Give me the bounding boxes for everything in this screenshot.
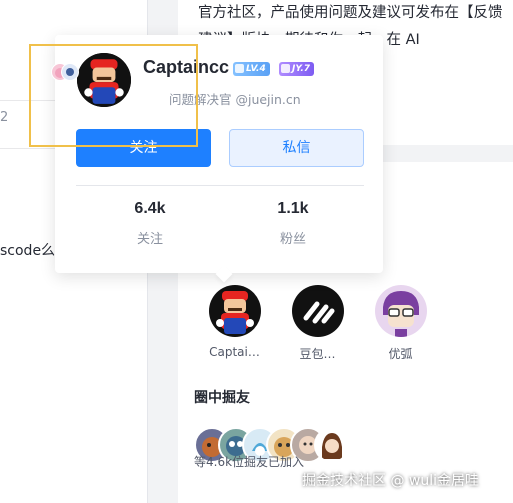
highlight-annotation-box [29, 44, 198, 147]
follow-list: Captai… 豆包… 优弧 [193, 285, 442, 362]
followers-count: 1.1k [277, 200, 309, 217]
left-article-snippet[interactable]: scode么 [0, 240, 55, 260]
followers-stat[interactable]: 1.1k 粉丝 [243, 200, 343, 247]
follow-item-captaincc[interactable]: Captai… [193, 285, 276, 362]
youhu-avatar-icon [374, 285, 427, 337]
level-badge: LV.4 [233, 62, 270, 76]
friend-avatar [314, 427, 350, 463]
follow-item-name: Captai… [209, 345, 260, 359]
jy-badge-text: JY.7 [292, 64, 311, 74]
follow-item-name: 豆包… [299, 347, 336, 361]
following-stat[interactable]: 6.4k 关注 [100, 200, 200, 247]
jy-badge: JY.7 [279, 62, 315, 76]
friends-section-title: 圈中掘友 [194, 390, 250, 406]
jy-badge-icon [281, 64, 290, 73]
message-button[interactable]: 私信 [229, 129, 364, 167]
follow-item-doubao[interactable]: 豆包… [276, 285, 359, 362]
level-badge-text: LV.4 [246, 64, 266, 74]
left-tick-glyph: 2 [0, 110, 9, 125]
watermark: 掘金技术社区 @ wuli金居哇 [302, 473, 480, 489]
follow-item-youhu[interactable]: 优弧 [359, 285, 442, 362]
followers-label: 粉丝 [279, 232, 306, 247]
follow-item-name: 优弧 [388, 347, 413, 361]
popup-divider [76, 185, 364, 186]
doubao-avatar-icon [291, 285, 344, 337]
following-label: 关注 [136, 232, 163, 247]
mario-avatar-icon [208, 285, 261, 337]
friends-count-text: 等4.6k位掘友已加入 [194, 455, 305, 469]
following-count: 6.4k [134, 200, 166, 217]
level-badge-icon [235, 64, 244, 73]
